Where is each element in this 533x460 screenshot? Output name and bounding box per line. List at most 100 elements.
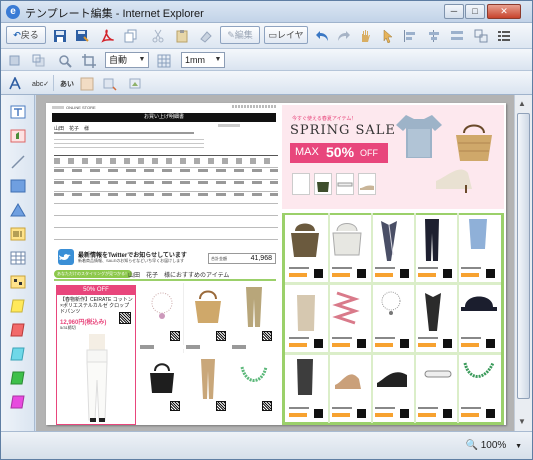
list-item[interactable] [186,355,230,423]
redo-icon [338,30,350,41]
editor-canvas[interactable]: ONLINE STORE お買い上げ明細書 山田 花子 様 最新情報をTwitt… [36,95,514,431]
triangle-tool-icon[interactable] [10,203,26,217]
thumb-bag [314,173,332,195]
qr-code [216,401,226,411]
undo-button[interactable] [313,26,331,44]
unit-select[interactable]: 1mm ▼ [181,52,225,68]
align-center-icon [429,29,439,42]
align-left-button[interactable] [401,26,419,44]
recommend-badge: あなただけのスタイリングが見つかる！ [54,270,132,278]
recommend-grid [140,283,276,423]
hand-icon [362,29,370,42]
black-bag-image [146,359,178,395]
receipt-header: お買い上げ明細書 [52,113,276,122]
hand-button[interactable] [356,26,374,44]
send-back-icon [32,54,45,67]
save-button[interactable] [51,26,69,44]
spellcheck-icon: abc✓ [32,81,50,88]
eraser-button[interactable] [197,26,215,44]
zoom-control[interactable]: 🔍 100% ▼ [465,440,522,451]
featured-product-card[interactable]: 50% OFF 【春物新作】CEIRATE コットン×ポリエステルカルゼ クロッ… [56,285,136,425]
magnifier-icon [59,54,72,68]
spellcheck-button[interactable]: abc✓ [31,74,49,92]
text-button[interactable] [7,74,23,92]
pointer-button[interactable] [379,26,397,44]
align-center-button[interactable] [425,26,443,44]
fill-color-button[interactable] [79,74,95,92]
edit-button[interactable]: ✎編集 [220,26,260,44]
khaki-pants-image [242,285,266,329]
layer-icon: ▭ [268,30,277,40]
redo-button[interactable] [335,26,353,44]
color-swatch-red-icon[interactable] [10,323,26,337]
list-item[interactable] [140,283,184,353]
chevron-down-icon: ▼ [138,56,146,63]
image-link-button[interactable] [126,74,144,92]
color-swatch-magenta-icon[interactable] [10,395,26,409]
product-captions [140,345,276,349]
grid-button[interactable] [156,51,172,69]
template-page[interactable]: ONLINE STORE お買い上げ明細書 山田 花子 様 最新情報をTwitt… [46,103,506,425]
customer-underline [54,132,194,134]
color-swatch-green-icon[interactable] [10,371,26,385]
close-button[interactable]: ✕ [487,4,521,19]
undo-icon [316,30,328,41]
product-grid [282,213,504,425]
back-button[interactable]: ↶戻る [6,26,46,44]
table-tool-icon[interactable] [10,251,26,265]
rectangle-tool-icon[interactable] [10,179,26,193]
image-replace-button[interactable] [101,74,119,92]
layer-button[interactable]: ▭レイヤー [264,26,308,56]
menu-button[interactable] [495,26,513,44]
cut-button[interactable] [149,26,167,44]
minimize-button[interactable]: ─ [444,4,464,19]
app-window: e テンプレート編集 - Internet Explorer ─ □ ✕ ↶戻る [0,0,533,460]
twitter-bird-icon [58,249,74,265]
distribute-button[interactable] [448,26,466,44]
font-aiu-icon: あい [60,81,74,88]
vertical-scrollbar[interactable]: ▲ ▼ [514,95,532,431]
max-discount-ribbon: MAX 50% OFF [290,143,388,163]
color-swatch-yellow-icon[interactable] [10,299,26,313]
color-swatch-cyan-icon[interactable] [10,347,26,361]
image-frame-tool-icon[interactable] [10,129,26,143]
line-tool-icon[interactable] [10,155,26,169]
edit-pencil-icon: ✎ [227,30,235,40]
scroll-up-icon[interactable]: ▲ [518,99,526,108]
total-label: 合計金額 [211,256,227,261]
barcode-tool-icon[interactable] [10,227,26,241]
send-back-button[interactable] [31,51,47,69]
straw-bag-image [456,124,492,161]
date-text [218,124,240,127]
twitter-line2: 新着商品情報、SALEのお知らせなどいち早くお届けします [78,258,185,263]
table-header [54,158,278,164]
list-item[interactable] [140,355,184,423]
paste-button[interactable] [173,26,191,44]
chevron-down-icon: ▼ [515,443,522,450]
zoom-tool-button[interactable] [57,51,73,69]
auto-select[interactable]: 自動 ▼ [105,52,149,68]
scissors-icon [152,29,164,43]
font-button[interactable]: あい [57,74,77,92]
scroll-thumb[interactable] [517,113,530,399]
group-button[interactable] [472,26,490,44]
auto-select-value: 自動 [109,55,128,65]
scroll-down-icon[interactable]: ▼ [518,417,526,426]
pdf-button[interactable] [98,26,116,44]
bring-front-button[interactable] [7,51,23,69]
crop-button[interactable] [81,51,97,69]
maximize-button[interactable]: □ [465,4,485,19]
list-item[interactable] [232,283,276,353]
text-frame-tool-icon[interactable] [10,105,26,119]
list-item[interactable] [232,355,276,423]
receipt-section: ONLINE STORE お買い上げ明細書 山田 花子 様 [52,105,280,257]
save-as-button[interactable] [73,26,91,44]
necklace-image [146,289,178,325]
copy-button[interactable] [122,26,140,44]
recommend-header: あなただけのスタイリングが見つかる！ 山田 花子 様におすすめのアイテム [54,269,276,281]
qr-tool-icon[interactable] [10,275,26,289]
total-value: 41,968 [250,255,272,262]
list-item[interactable] [186,283,230,353]
image-link-icon [129,78,141,89]
total-box: 合計金額 41,968 [208,253,276,264]
